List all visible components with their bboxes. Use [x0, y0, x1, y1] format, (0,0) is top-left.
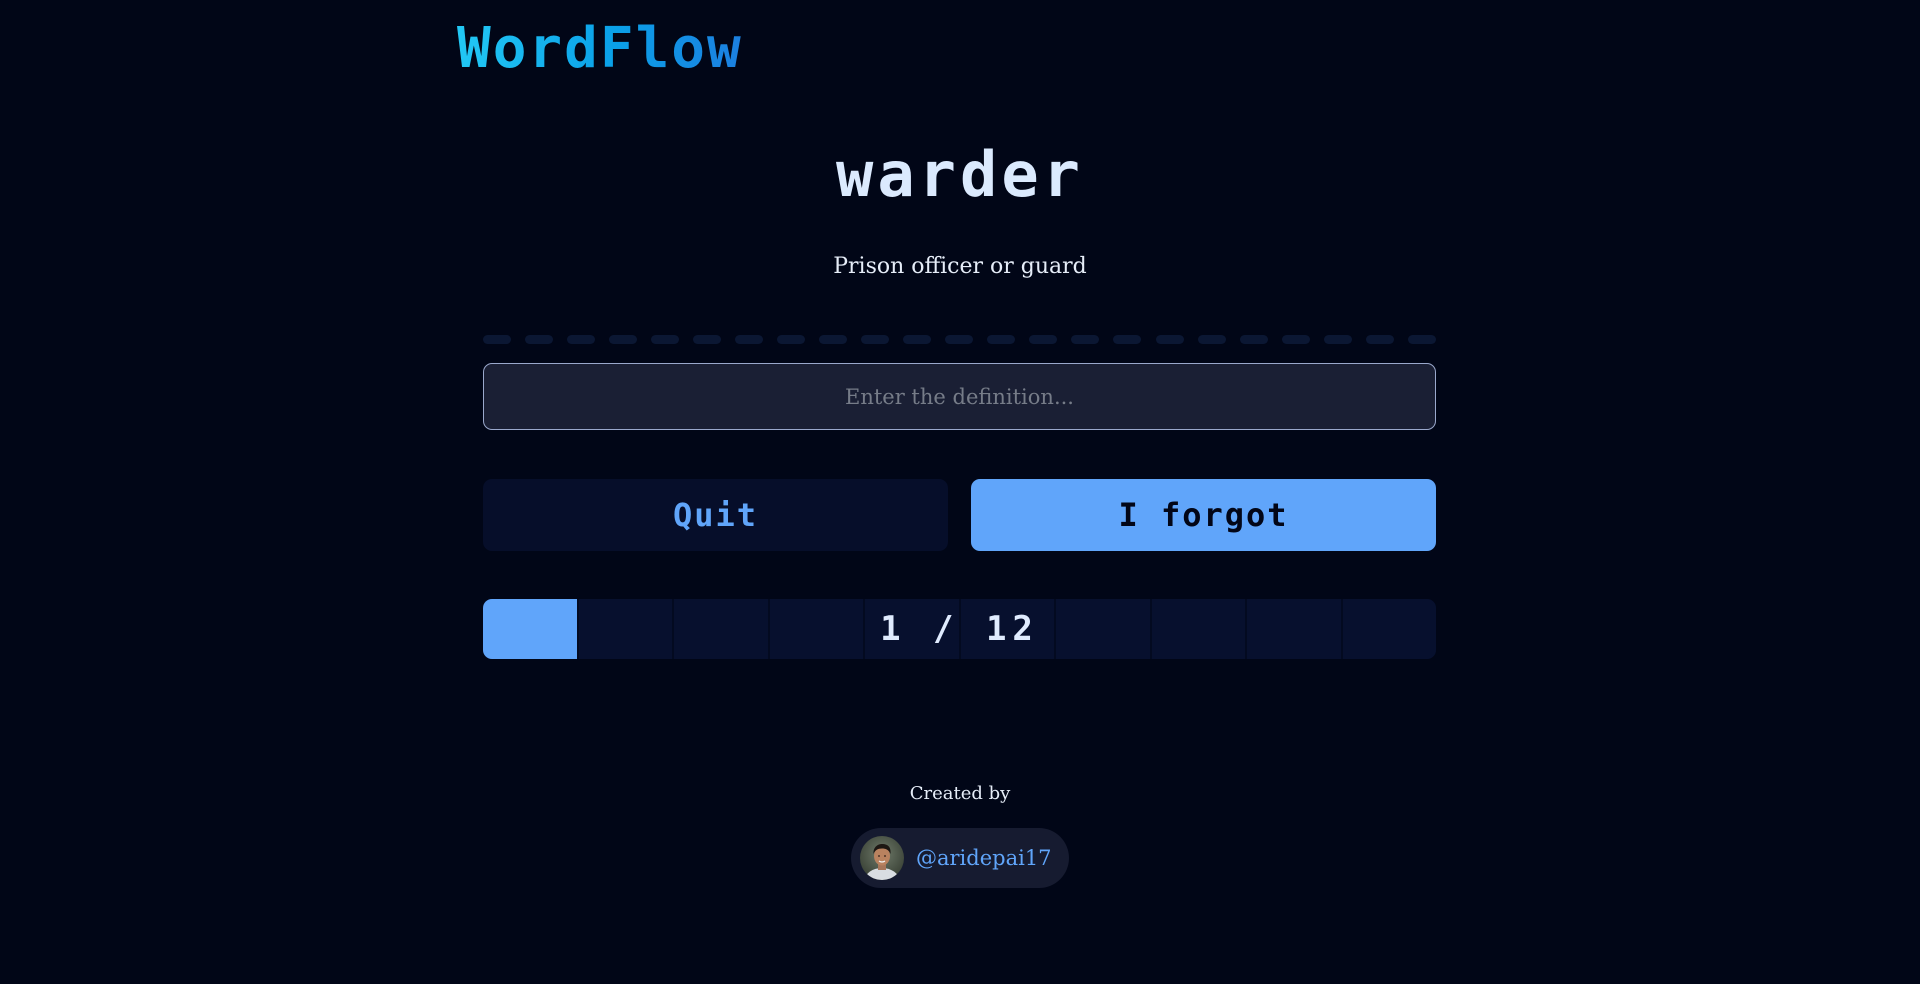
progress-segment: [1247, 599, 1343, 659]
dash: [777, 335, 806, 344]
dash: [609, 335, 638, 344]
dash: [945, 335, 974, 344]
dash: [651, 335, 680, 344]
quit-button[interactable]: Quit: [483, 479, 948, 551]
dash: [903, 335, 932, 344]
author-handle: @aridepai17: [916, 846, 1052, 870]
progress-segment: [865, 599, 961, 659]
dash: [735, 335, 764, 344]
dash: [567, 335, 596, 344]
answer-length-dashes: [483, 335, 1436, 345]
quiz-word: warder: [836, 138, 1084, 211]
dash: [1113, 335, 1142, 344]
app-logo: WordFlow: [457, 16, 743, 81]
dash: [1029, 335, 1058, 344]
dash: [987, 335, 1016, 344]
progress-segment: [769, 599, 865, 659]
dash: [525, 335, 554, 344]
progress-segment: [960, 599, 1056, 659]
progress-segment: [674, 599, 770, 659]
dash: [1197, 335, 1226, 344]
created-by-label: Created by: [909, 783, 1011, 804]
dash: [1155, 335, 1184, 344]
i-forgot-button[interactable]: I forgot: [971, 479, 1436, 551]
progress-segment: [1151, 599, 1247, 659]
avatar: [860, 836, 904, 880]
progress-segment: [1056, 599, 1152, 659]
dash: [1323, 335, 1352, 344]
author-profile-link[interactable]: @aridepai17: [851, 828, 1069, 888]
quiz-progress-bar: 1 / 12: [483, 599, 1436, 659]
dash: [1281, 335, 1310, 344]
dash: [483, 335, 511, 344]
dash: [819, 335, 848, 344]
progress-segment: [578, 599, 674, 659]
dash: [693, 335, 722, 344]
progress-segment: [483, 599, 579, 659]
dash: [1239, 335, 1268, 344]
dash: [1365, 335, 1394, 344]
word-definition-hint: Prison officer or guard: [833, 254, 1087, 279]
definition-input[interactable]: [483, 363, 1436, 430]
dash: [861, 335, 890, 344]
dash: [1071, 335, 1100, 344]
progress-segment: [1342, 599, 1436, 659]
dash: [1407, 335, 1436, 344]
